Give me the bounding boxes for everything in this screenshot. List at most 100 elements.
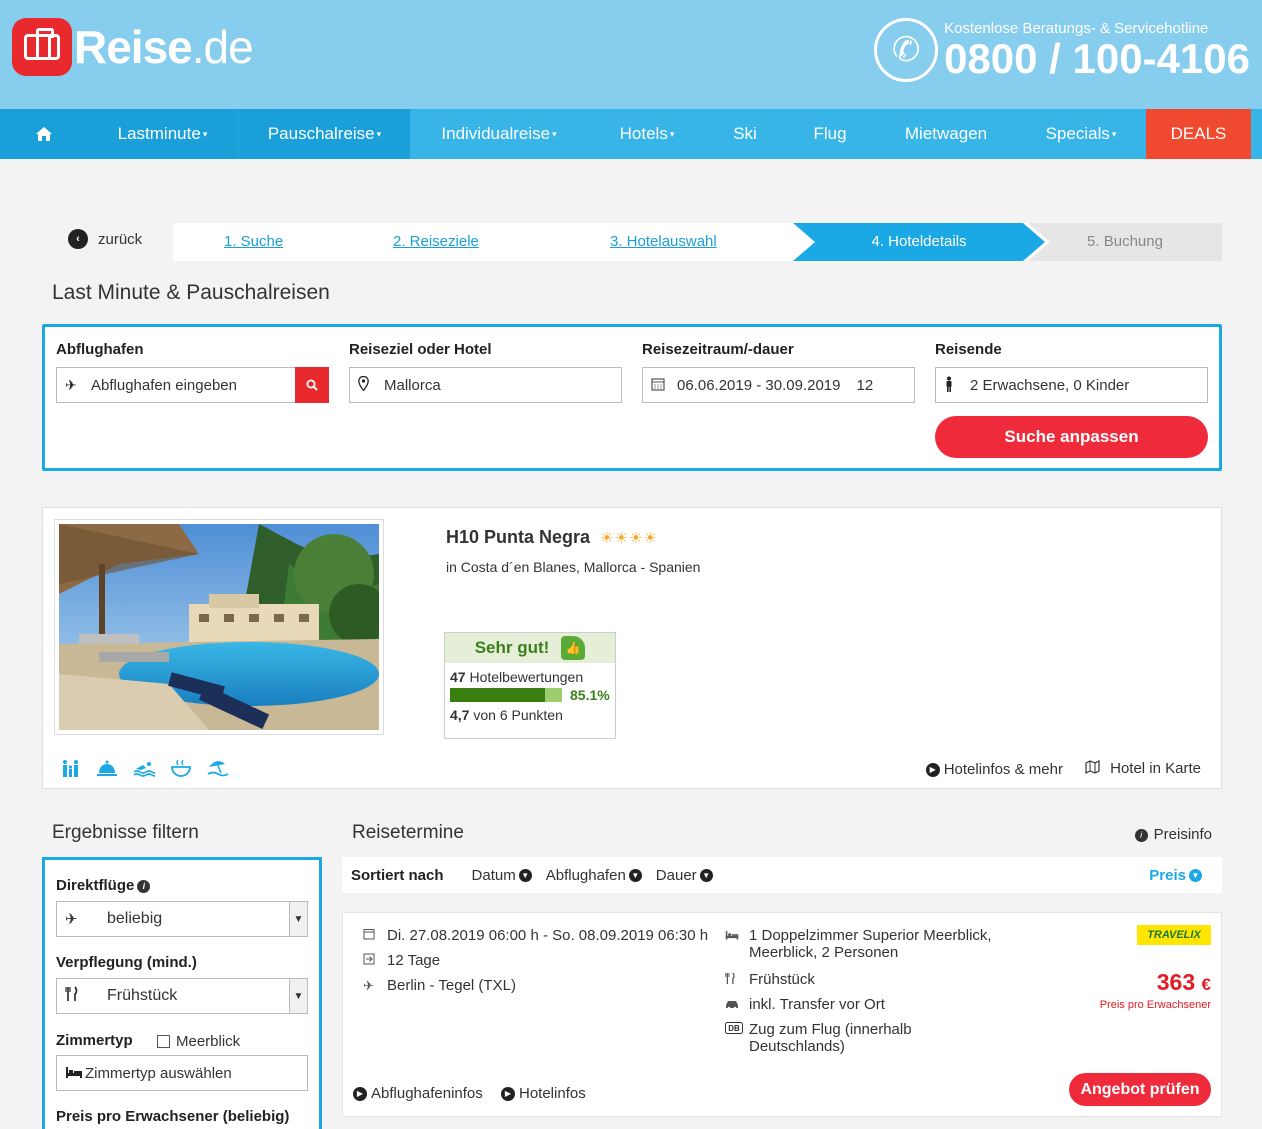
filter-panel: Direktflüge i ✈ beliebig ▼ Verpflegung (m… (42, 857, 322, 1129)
recommend-bar-fill (450, 688, 546, 702)
direct-flights-select[interactable]: ✈ beliebig ▼ (56, 901, 308, 937)
plane-icon: ✈ (65, 376, 77, 393)
offer-card: Di. 27.08.2019 06:00 h - So. 08.09.2019 … (342, 912, 1222, 1117)
airport-info-link[interactable]: ▶ Abflughafeninfos (353, 1085, 483, 1102)
score-suffix: von 6 Punkten (473, 707, 563, 723)
chevron-down-icon: ▼ (289, 979, 307, 1013)
suitcase-icon (12, 18, 72, 76)
swimming-icon (133, 759, 156, 782)
main-nav: Lastminute ▾ Pauschalreise ▾ Individualrei… (0, 109, 1262, 159)
home-icon[interactable] (0, 109, 87, 159)
nav-pauschalreise[interactable]: Pauschalreise ▾ (238, 109, 410, 159)
room-type-label: Zimmertyp (56, 1032, 133, 1049)
period-input[interactable]: 06.06.2019 - 30.09.2019 12 (642, 367, 915, 403)
offer-room-line1: 1 Doppelzimmer Superior Meerblick, (749, 927, 992, 944)
rating-box[interactable]: Sehr gut! 👍 47 Hotelbewertungen 85.1% 4,… (444, 632, 616, 739)
chevron-down-icon: ▼ (1189, 868, 1202, 882)
step-reiseziele[interactable]: 2. Reiseziele (393, 223, 479, 261)
offer-board: Frühstück (749, 971, 815, 988)
hotel-name: H10 Punta Negra (446, 527, 591, 547)
hotel-location: in Costa d´en Blanes, Mallorca - Spanien (446, 559, 701, 575)
amenities (61, 759, 229, 782)
price-filter-label: Preis pro Erwachsener (beliebig) (56, 1108, 290, 1125)
site-header: Reise.de ✆ Kostenlose Beratungs- & Servi… (0, 0, 1262, 109)
beach-icon (207, 759, 229, 782)
direct-flights-label: Direktflüge (56, 877, 135, 894)
booking-steps: ‹ zurück 1. Suche 2. Reiseziele 3. Hotel… (68, 223, 1222, 261)
car-icon (725, 996, 749, 1012)
arrow-right-icon (363, 952, 387, 968)
step-suche[interactable]: 1. Suche (224, 223, 283, 261)
reviews-count: 47 (450, 669, 466, 685)
hotel-image[interactable] (54, 519, 384, 735)
nav-hotels[interactable]: Hotels ▾ (588, 109, 706, 159)
sort-bar: Sortiert nach Datum ▼ Abflughafen ▼ Dauer ▼… (342, 857, 1222, 893)
calendar-icon (651, 377, 671, 394)
hotel-info-link[interactable]: ▶ Hotelinfos & mehr (925, 761, 1063, 778)
page-title: Last Minute & Pauschalreisen (52, 281, 330, 304)
check-offer-button[interactable]: Angebot prüfen (1069, 1073, 1211, 1106)
destination-input[interactable]: Mallorca (349, 367, 622, 403)
nav-individualreise[interactable]: Individualreise ▾ (410, 109, 588, 159)
recommend-bar (450, 688, 562, 702)
chevron-down-icon: ▼ (628, 868, 642, 882)
site-logo[interactable]: Reise.de (12, 18, 254, 76)
score-value: 4,7 (450, 707, 470, 723)
search-icon[interactable] (295, 367, 329, 403)
offer-train-line1: Zug zum Flug (innerhalb (749, 1021, 912, 1038)
hotline-subtitle: Kostenlose Beratungs- & Servicehotline (944, 19, 1209, 37)
family-icon (61, 759, 81, 782)
rating-label: Sehr gut! (474, 638, 550, 657)
hotel-map-link[interactable]: Hotel in Karte (1085, 760, 1201, 778)
board-select[interactable]: Frühstück ▼ (56, 978, 308, 1014)
seaview-checkbox[interactable]: Meerblick (157, 1033, 240, 1050)
price-per-adult: Preis pro Erwachsener (1099, 999, 1211, 1011)
departure-input[interactable]: ✈ Abflughafen eingeben (56, 367, 329, 403)
nav-deals[interactable]: DEALS (1146, 109, 1251, 159)
results-title: Reisetermine (352, 822, 464, 843)
travellers-input[interactable]: 2 Erwachsene, 0 Kinder (935, 367, 1208, 403)
hotline: ✆ Kostenlose Beratungs- & Servicehotline… (874, 18, 1250, 82)
chevron-right-icon: ▶ (925, 762, 940, 777)
operator-logo: TRAVELIX (1137, 925, 1211, 945)
person-icon (944, 376, 964, 395)
sort-date[interactable]: Datum ▼ (472, 867, 532, 884)
offer-transfer: inkl. Transfer vor Ort (749, 996, 885, 1013)
back-link[interactable]: ‹ zurück (68, 229, 142, 249)
board-label: Verpflegung (mind.) (56, 954, 197, 971)
price-info-link[interactable]: i Preisinfo (1132, 826, 1212, 843)
nav-lastminute[interactable]: Lastminute ▾ (87, 109, 238, 159)
service-bell-icon (96, 759, 118, 782)
offer-dates: Di. 27.08.2019 06:00 h - So. 08.09.2019 … (387, 927, 709, 944)
nav-mietwagen[interactable]: Mietwagen (876, 109, 1016, 159)
offer-price: 363 € (1156, 969, 1211, 995)
departure-label: Abflughafen (56, 341, 144, 358)
sort-duration[interactable]: Dauer ▼ (656, 867, 713, 884)
phone-icon: ✆ (874, 18, 939, 82)
thumbs-up-icon: 👍 (561, 636, 586, 660)
svg-text:DB: DB (728, 1024, 740, 1033)
sort-airport[interactable]: Abflughafen ▼ (546, 867, 642, 884)
bed-icon (725, 927, 749, 943)
hotel-card: H10 Punta Negra ☀☀☀☀ in Costa d´en Blane… (42, 507, 1222, 789)
info-icon[interactable]: i (137, 879, 151, 893)
db-train-icon: DB (725, 1021, 749, 1037)
offer-train-line2: Deutschlands) (749, 1038, 845, 1055)
cutlery-icon (57, 986, 107, 1006)
offer-room-line2: Meerblick, 2 Personen (749, 944, 899, 961)
hotel-info-link-offer[interactable]: ▶ Hotelinfos (501, 1085, 586, 1102)
search-submit-button[interactable]: Suche anpassen (935, 416, 1208, 458)
nav-flug[interactable]: Flug (784, 109, 876, 159)
nav-ski[interactable]: Ski (706, 109, 784, 159)
sort-price[interactable]: Preis ▼ (1149, 867, 1202, 884)
duration-value: 12 (856, 376, 874, 394)
step-hotelauswahl[interactable]: 3. Hotelauswahl (610, 223, 717, 261)
travellers-label: Reisende (935, 341, 1002, 358)
room-type-input[interactable]: Zimmertyp auswählen (56, 1055, 308, 1091)
step-hoteldetails: 4. Hoteldetails (793, 223, 1045, 261)
nav-specials[interactable]: Specials ▾ (1016, 109, 1146, 159)
offer-duration: 12 Tage (387, 952, 441, 969)
spa-icon (170, 759, 192, 782)
map-icon (1085, 760, 1104, 778)
hotline-number[interactable]: 0800 / 100-4106 (944, 36, 1250, 81)
